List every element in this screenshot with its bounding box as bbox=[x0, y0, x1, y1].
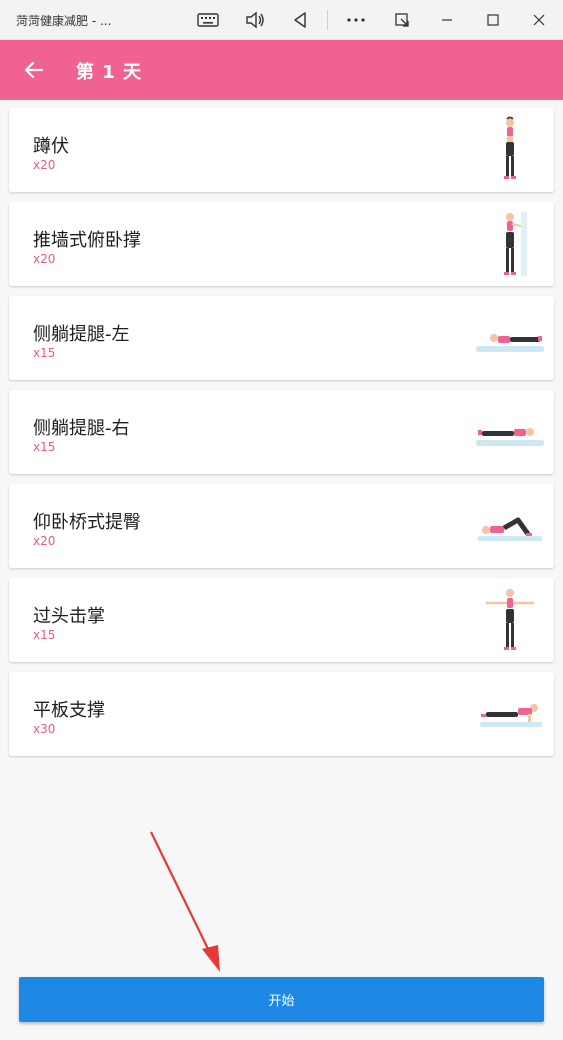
annotation-arrow-icon bbox=[150, 831, 220, 972]
exercise-name: 侧躺提腿-右 bbox=[33, 418, 130, 439]
exercise-card-glute-bridge[interactable]: 仰卧桥式提臀 x20 bbox=[9, 484, 554, 568]
titlebar-divider bbox=[327, 10, 328, 30]
maximize-icon[interactable] bbox=[479, 6, 507, 34]
keyboard-icon[interactable] bbox=[194, 6, 222, 34]
exercise-card-wall-pushup[interactable]: 推墙式俯卧撑 x20 bbox=[9, 202, 554, 286]
exercise-name: 平板支撑 bbox=[33, 700, 105, 721]
plank-illustration-icon bbox=[480, 704, 542, 727]
compact-overlay-icon[interactable] bbox=[388, 6, 416, 34]
exercise-card-overhead-clap[interactable]: 过头击掌 x15 bbox=[9, 578, 554, 662]
window-titlebar: 菏菏健康减肥 - ... bbox=[0, 0, 563, 40]
exercise-list: 蹲伏 x20 推墙式俯卧撑 x20 侧躺提腿-左 x15 侧躺提腿-右 x15 … bbox=[9, 108, 554, 766]
more-icon[interactable] bbox=[342, 6, 370, 34]
exercise-name: 推墙式俯卧撑 bbox=[33, 230, 141, 251]
exercise-reps: x20 bbox=[33, 158, 56, 172]
back-triangle-icon[interactable] bbox=[286, 6, 314, 34]
exercise-card-side-leg-raise-right[interactable]: 侧躺提腿-右 x15 bbox=[9, 390, 554, 474]
glute-bridge-illustration-icon bbox=[478, 517, 542, 541]
exercise-card-plank[interactable]: 平板支撑 x30 bbox=[9, 672, 554, 756]
squat-illustration-icon bbox=[504, 116, 516, 179]
side-leg-raise-illustration-icon bbox=[476, 334, 544, 352]
exercise-reps: x20 bbox=[33, 534, 56, 548]
exercise-name: 侧躺提腿-左 bbox=[33, 324, 130, 345]
start-button[interactable]: 开始 bbox=[19, 977, 544, 1022]
exercise-name: 过头击掌 bbox=[33, 606, 105, 627]
exercise-name: 仰卧桥式提臀 bbox=[33, 512, 141, 533]
minimize-icon[interactable] bbox=[433, 6, 461, 34]
side-leg-raise-illustration-icon bbox=[476, 428, 544, 446]
wall-pushup-illustration-icon bbox=[504, 212, 527, 276]
exercise-card-side-leg-raise-left[interactable]: 侧躺提腿-左 x15 bbox=[9, 296, 554, 380]
exercise-reps: x15 bbox=[33, 440, 56, 454]
page-title: 第 1 天 bbox=[76, 62, 143, 83]
app-bar: 第 1 天 bbox=[0, 40, 563, 100]
exercise-reps: x30 bbox=[33, 722, 56, 736]
overhead-clap-illustration-icon bbox=[486, 589, 534, 650]
volume-icon[interactable] bbox=[241, 6, 269, 34]
exercise-reps: x15 bbox=[33, 346, 56, 360]
back-arrow-icon[interactable] bbox=[20, 56, 48, 84]
exercise-name: 蹲伏 bbox=[33, 136, 69, 157]
window-title: 菏菏健康减肥 - ... bbox=[16, 14, 112, 28]
exercise-reps: x15 bbox=[33, 628, 56, 642]
exercise-reps: x20 bbox=[33, 252, 56, 266]
exercise-card-squat[interactable]: 蹲伏 x20 bbox=[9, 108, 554, 192]
close-icon[interactable] bbox=[525, 6, 553, 34]
